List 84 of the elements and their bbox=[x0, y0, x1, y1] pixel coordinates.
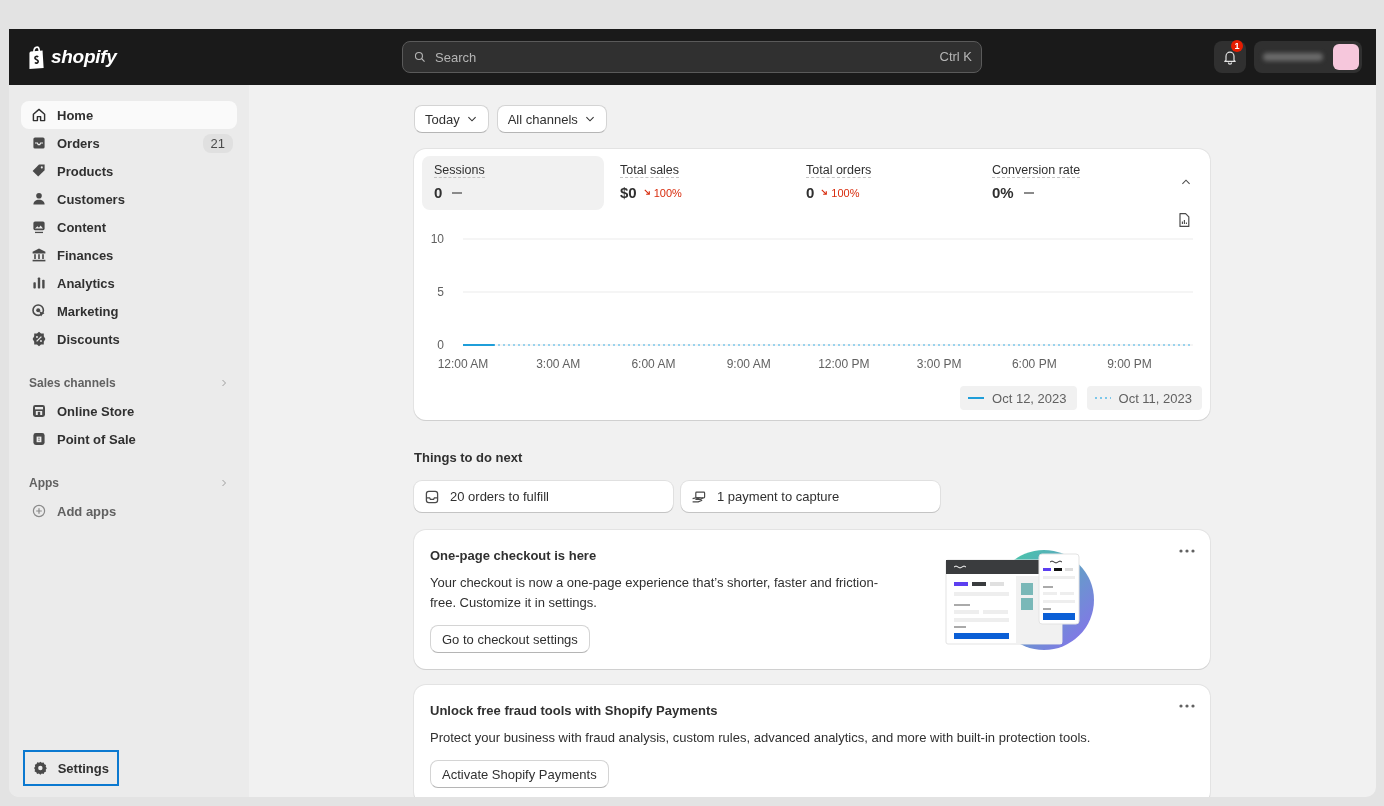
legend-line-icon bbox=[968, 394, 985, 402]
axis-label: 12:00 AM bbox=[437, 357, 489, 371]
nav-item[interactable]: Products bbox=[21, 157, 237, 185]
nav-item[interactable]: Orders 21 bbox=[21, 129, 237, 157]
discount-icon bbox=[31, 331, 47, 347]
nav-item[interactable]: Discounts bbox=[21, 325, 237, 353]
card-title: One-page checkout is here bbox=[430, 548, 597, 563]
metric-tab[interactable]: Sessions 0 bbox=[422, 156, 604, 210]
arrow-down-icon bbox=[820, 188, 830, 197]
card-title: Unlock free fraud tools with Shopify Payments bbox=[430, 703, 718, 718]
plus-circle-icon bbox=[31, 503, 47, 519]
card-text: Protect your business with fraud analysis, custom rules, advanced analytics, and more with built-in protection tools. bbox=[430, 729, 1091, 747]
home-icon bbox=[31, 107, 47, 123]
arrow-down-icon bbox=[642, 188, 652, 197]
nav-item[interactable]: Finances bbox=[21, 241, 237, 269]
no-change-icon bbox=[452, 191, 463, 194]
account-menu[interactable] bbox=[1254, 41, 1362, 73]
axis-label: 9:00 PM bbox=[1107, 357, 1152, 371]
shortcut-hint: Ctrl K bbox=[939, 49, 972, 64]
nav-item[interactable]: Online Store bbox=[21, 397, 237, 425]
nav-item[interactable]: Home bbox=[21, 101, 237, 129]
card-text: Your checkout is now a one-page experience that’s shorter, faster and friction-free. Customize it in settings. bbox=[430, 574, 880, 612]
section-header[interactable]: Sales channels bbox=[21, 369, 237, 397]
chevron-right-icon bbox=[219, 478, 229, 488]
change-indicator: 100% bbox=[820, 186, 860, 199]
count-badge: 21 bbox=[202, 133, 233, 153]
filter-dropdown[interactable]: Today bbox=[414, 105, 489, 133]
image-icon bbox=[31, 219, 47, 235]
metric-tab[interactable]: Total orders 0 100% bbox=[794, 156, 976, 210]
metric-tab[interactable]: Total sales $0 100% bbox=[608, 156, 790, 210]
notification-badge: 1 bbox=[1231, 40, 1243, 52]
axis-label: 3:00 PM bbox=[916, 357, 962, 371]
chevron-right-icon bbox=[219, 378, 229, 388]
axis-label: 3:00 AM bbox=[536, 357, 581, 371]
nav-item[interactable]: Add apps bbox=[21, 497, 237, 525]
gear-icon bbox=[33, 760, 48, 776]
person-icon bbox=[31, 191, 47, 207]
nav-item[interactable]: Analytics bbox=[21, 269, 237, 297]
bank-icon bbox=[31, 247, 47, 263]
axis-label: 6:00 AM bbox=[631, 357, 676, 371]
axis-label: 10 bbox=[430, 232, 444, 246]
metric-value: 0 bbox=[434, 184, 443, 201]
metric-value: $0 bbox=[620, 184, 637, 201]
bell-icon bbox=[1222, 49, 1238, 65]
nav-item[interactable]: Customers bbox=[21, 185, 237, 213]
no-change-icon bbox=[1023, 191, 1034, 194]
report-icon bbox=[1176, 212, 1192, 228]
inbox-icon bbox=[424, 488, 440, 505]
metric-tab[interactable]: Conversion rate 0% bbox=[980, 156, 1162, 210]
settings-item[interactable]: Settings bbox=[23, 750, 119, 786]
task-button[interactable]: 20 orders to fulfill bbox=[414, 481, 673, 512]
action-button[interactable]: Activate Shopify Payments bbox=[430, 760, 609, 788]
legend-item: Oct 12, 2023 bbox=[960, 386, 1077, 410]
metric-label: Total sales bbox=[620, 163, 680, 178]
metric-label: Conversion rate bbox=[992, 163, 1081, 178]
axis-label: 5 bbox=[437, 285, 444, 299]
notifications-button[interactable]: 1 bbox=[1214, 41, 1246, 73]
axis-label: 6:00 PM bbox=[1011, 357, 1057, 371]
filter-dropdown[interactable]: All channels bbox=[496, 105, 607, 133]
task-button[interactable]: 1 payment to capture bbox=[681, 481, 940, 512]
target-icon bbox=[31, 303, 47, 319]
axis-label: 0 bbox=[437, 338, 444, 352]
nav-item[interactable]: Content bbox=[21, 213, 237, 241]
metric-value: 0% bbox=[992, 184, 1014, 201]
section-title: Things to do next bbox=[414, 450, 524, 465]
section-header[interactable]: Apps bbox=[21, 469, 237, 497]
metric-value: 0 bbox=[806, 184, 815, 201]
axis-label: 9:00 AM bbox=[726, 357, 771, 371]
brand-name: shopify bbox=[51, 46, 117, 68]
change-indicator: 100% bbox=[642, 186, 682, 199]
metric-label: Total orders bbox=[806, 163, 872, 178]
search-icon bbox=[413, 50, 427, 64]
inbox-icon bbox=[31, 135, 47, 151]
legend-item: Oct 11, 2023 bbox=[1086, 386, 1202, 410]
bag-icon bbox=[31, 431, 47, 447]
nav-item[interactable]: Point of Sale bbox=[21, 425, 237, 453]
nav-item[interactable]: Marketing bbox=[21, 297, 237, 325]
legend-line-icon bbox=[1094, 394, 1111, 402]
axis-label: 12:00 PM bbox=[818, 357, 870, 371]
metric-label: Sessions bbox=[434, 163, 485, 178]
store-icon bbox=[31, 403, 47, 419]
action-button[interactable]: Go to checkout settings bbox=[430, 625, 590, 653]
bar-chart-icon bbox=[31, 275, 47, 291]
tag-icon bbox=[31, 163, 47, 179]
